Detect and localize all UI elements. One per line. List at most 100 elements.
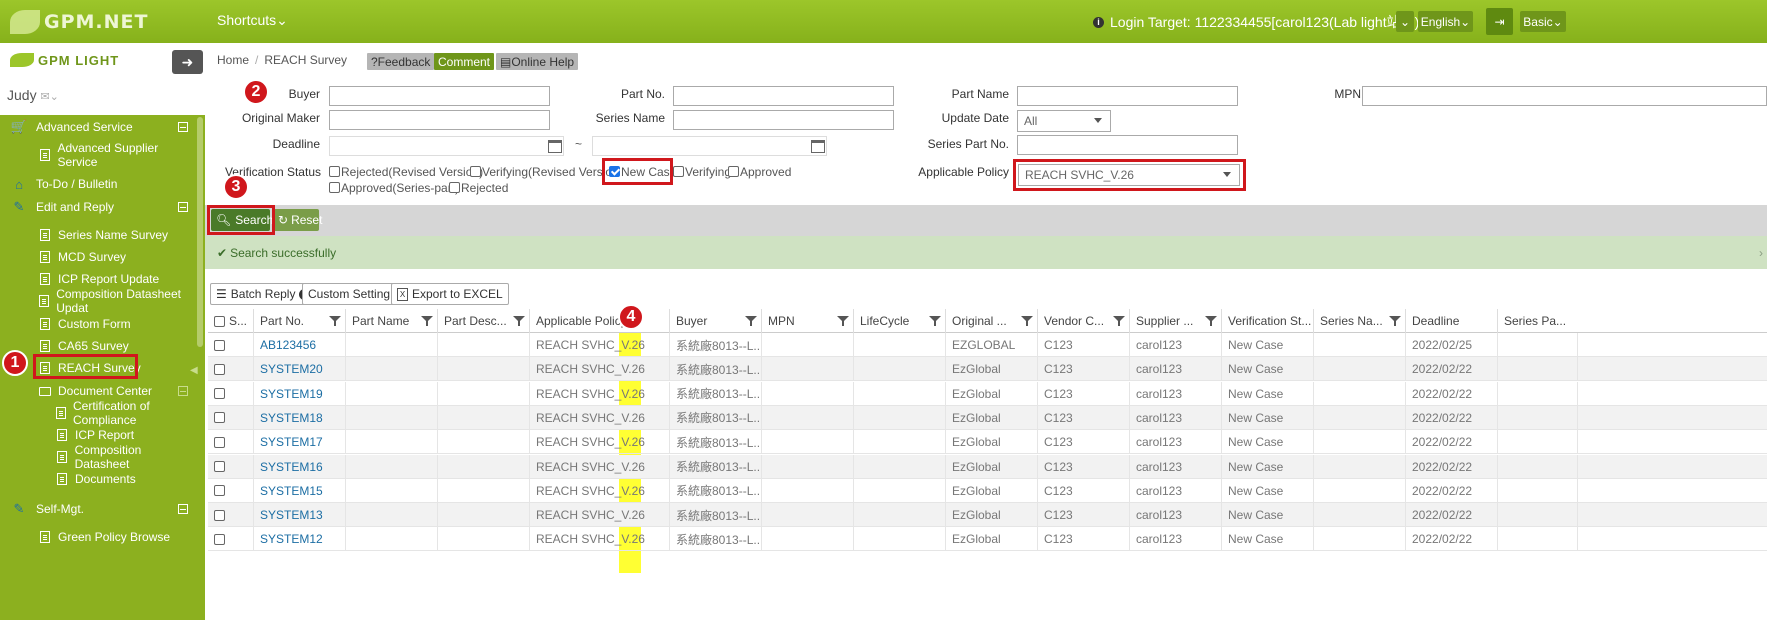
table-row[interactable]: SYSTEM13 REACH SVHC_V.26 系統廠8013--L... EzGl… — [208, 503, 1767, 528]
cell-part-no[interactable]: SYSTEM12 — [254, 527, 346, 552]
original-maker-input[interactable] — [329, 110, 550, 130]
deadline-end-input[interactable] — [592, 136, 827, 156]
feedback-button[interactable]: ?Feedback — [367, 53, 435, 70]
header-applicable-policy[interactable]: Applicable Policy — [530, 309, 670, 333]
export-excel-button[interactable]: X Export to EXCEL — [391, 283, 509, 305]
table-row[interactable]: SYSTEM20 REACH SVHC_V.26 系統廠8013--L... EzGl… — [208, 357, 1767, 382]
breadcrumb-home[interactable]: Home — [217, 53, 249, 67]
collapse-sidebar-button[interactable]: ➜ — [172, 50, 203, 74]
status-approved[interactable]: Approved — [728, 165, 791, 179]
header-supplier[interactable]: Supplier ... — [1130, 309, 1222, 333]
batch-reply-button[interactable]: ☰Batch Reply? — [210, 283, 317, 305]
status-approved-series-part[interactable]: Approved(Series-part) — [329, 181, 459, 195]
filter-icon[interactable] — [1021, 316, 1033, 326]
checkbox[interactable] — [470, 166, 481, 177]
cell-part-no[interactable]: SYSTEM19 — [254, 381, 346, 406]
cell-part-no[interactable]: SYSTEM18 — [254, 405, 346, 430]
series-name-input[interactable] — [673, 110, 894, 130]
header-lifecycle[interactable]: LifeCycle — [854, 309, 946, 333]
row-checkbox[interactable] — [214, 388, 225, 400]
status-verifying-revised[interactable]: Verifying(Revised Version — [470, 165, 619, 179]
cell-part-no[interactable]: SYSTEM15 — [254, 478, 346, 503]
header-mpn[interactable]: MPN — [762, 309, 854, 333]
status-verifying[interactable]: Verifying — [673, 165, 731, 179]
sidebar-item-self-mgt[interactable]: ✎ Self-Mgt. — [0, 498, 196, 520]
cell-select[interactable] — [208, 381, 254, 406]
calendar-icon[interactable] — [548, 140, 562, 153]
table-row[interactable]: SYSTEM19 REACH SVHC_V.26 系統廠8013--L... EzGl… — [208, 381, 1767, 406]
collapse-icon[interactable] — [178, 504, 188, 514]
row-checkbox[interactable] — [214, 412, 225, 424]
row-checkbox[interactable] — [214, 436, 225, 448]
collapse-icon[interactable] — [178, 122, 188, 132]
table-row[interactable]: SYSTEM18 REACH SVHC_V.26 系統廠8013--L... EzGl… — [208, 405, 1767, 430]
part-no-input[interactable] — [673, 86, 894, 106]
table-row[interactable]: SYSTEM17 REACH SVHC_V.26 系統廠8013--L... EzGl… — [208, 430, 1767, 455]
reset-button[interactable]: ↻ Reset — [273, 209, 322, 231]
row-checkbox[interactable] — [214, 339, 225, 351]
status-rejected-revised[interactable]: Rejected(Revised Version) — [329, 165, 483, 179]
cell-select[interactable] — [208, 454, 254, 479]
cell-select[interactable] — [208, 333, 254, 357]
collapse-icon[interactable] — [178, 386, 188, 396]
header-select-all[interactable]: S... — [208, 309, 254, 333]
sidebar-item-todo-bulletin[interactable]: ⌂ To-Do / Bulletin — [0, 173, 196, 195]
cell-part-no[interactable]: SYSTEM16 — [254, 454, 346, 479]
header-part-desc[interactable]: Part Desc... — [438, 309, 530, 333]
basic-dropdown[interactable]: Basic ⌄ — [1520, 11, 1566, 32]
table-row[interactable]: SYSTEM16 REACH SVHC_V.26 系統廠8013--L... EzGl… — [208, 454, 1767, 479]
header-deadline[interactable]: Deadline — [1406, 309, 1498, 333]
row-checkbox[interactable] — [214, 509, 225, 521]
header-part-no[interactable]: Part No. — [254, 309, 346, 333]
header-verification-status[interactable]: Verification St... — [1222, 309, 1314, 333]
sidebar-item-mcd-survey[interactable]: MCD Survey — [0, 246, 196, 268]
cell-part-no[interactable]: AB123456 — [254, 333, 346, 357]
filter-icon[interactable] — [421, 316, 433, 326]
series-part-no-input[interactable] — [1017, 135, 1238, 155]
table-row[interactable]: SYSTEM12 REACH SVHC_V.26 系統廠8013--L... EzGl… — [208, 527, 1767, 552]
row-checkbox[interactable] — [214, 461, 225, 472]
cell-select[interactable] — [208, 357, 254, 382]
header-buyer[interactable]: Buyer — [670, 309, 762, 333]
header-original-maker[interactable]: Original ... — [946, 309, 1038, 333]
checkbox[interactable] — [728, 166, 739, 177]
checkbox[interactable] — [673, 166, 684, 177]
cell-select[interactable] — [208, 503, 254, 528]
header-series-name[interactable]: Series Na... — [1314, 309, 1406, 333]
sidebar-item-edit-and-reply[interactable]: ✎ Edit and Reply — [0, 196, 196, 218]
sidebar-item-documents[interactable]: Documents — [0, 468, 196, 490]
row-checkbox[interactable] — [214, 485, 225, 497]
shortcuts-menu[interactable]: Shortcuts⌄ — [217, 12, 288, 29]
checkbox[interactable] — [329, 166, 340, 177]
filter-icon[interactable] — [329, 316, 341, 326]
deadline-start-input[interactable] — [329, 136, 564, 156]
filter-icon[interactable] — [1113, 316, 1125, 326]
table-row[interactable]: AB123456 REACH SVHC_V.26 系統廠8013--L... EZGL… — [208, 333, 1767, 357]
filter-icon[interactable] — [1389, 316, 1401, 326]
update-date-select[interactable]: All — [1017, 110, 1111, 132]
filter-icon[interactable] — [1205, 316, 1217, 326]
language-dropdown[interactable]: English ⌄ — [1418, 11, 1473, 32]
buyer-input[interactable] — [329, 86, 550, 106]
sidebar-item-green-policy-browse[interactable]: Green Policy Browse — [0, 526, 196, 548]
sidebar-item-custom-form[interactable]: Custom Form — [0, 313, 196, 335]
sidebar-item-composition-datasheet-update[interactable]: Composition Datasheet Updat — [0, 287, 196, 315]
sidebar-item-advanced-supplier-service[interactable]: Advanced Supplier Service — [0, 141, 196, 169]
table-row[interactable]: SYSTEM15 REACH SVHC_V.26 系統廠8013--L... EzGl… — [208, 478, 1767, 503]
sidebar-item-series-name-survey[interactable]: Series Name Survey — [0, 224, 196, 246]
cell-select[interactable] — [208, 405, 254, 430]
collapse-icon[interactable] — [178, 202, 188, 212]
calendar-icon[interactable] — [811, 140, 825, 153]
comment-button[interactable]: Comment — [434, 53, 495, 70]
cell-part-no[interactable]: SYSTEM20 — [254, 357, 346, 382]
sidebar-item-certification-of-compliance[interactable]: Certification of Compliance — [0, 399, 196, 427]
checkbox[interactable] — [449, 182, 460, 193]
cell-part-no[interactable]: SYSTEM17 — [254, 430, 346, 455]
filter-icon[interactable] — [837, 316, 849, 326]
sidebar-item-composition-datasheet[interactable]: Composition Datasheet — [0, 443, 196, 471]
header-series-part-no[interactable]: Series Pa... — [1498, 309, 1578, 333]
filter-icon[interactable] — [929, 316, 941, 326]
mpn-input[interactable] — [1362, 86, 1767, 106]
cell-select[interactable] — [208, 430, 254, 455]
row-checkbox[interactable] — [214, 533, 225, 545]
